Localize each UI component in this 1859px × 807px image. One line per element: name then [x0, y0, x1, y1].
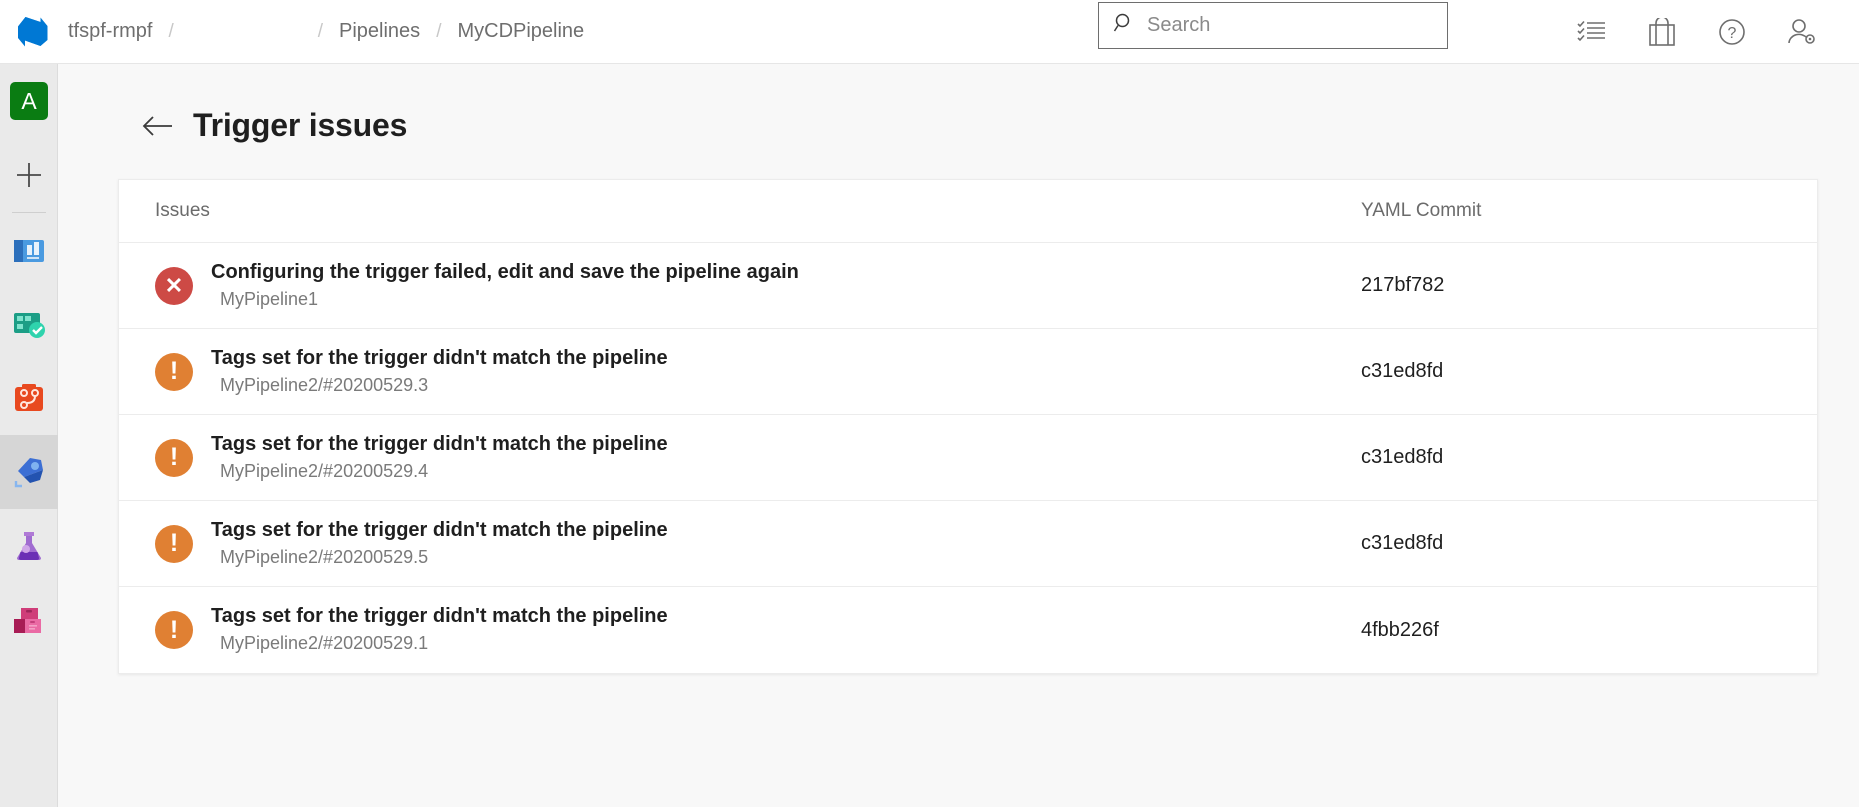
back-arrow-icon[interactable]: [141, 111, 175, 141]
column-header-yaml-commit: YAML Commit: [1361, 200, 1781, 222]
yaml-commit-cell[interactable]: 4fbb226f: [1361, 619, 1781, 642]
left-navigation-rail: A: [0, 64, 58, 807]
table-row[interactable]: ! Tags set for the trigger didn't match t…: [119, 587, 1817, 673]
help-circle-icon[interactable]: ?: [1697, 0, 1767, 64]
breadcrumb: tfspf-rmpf / / Pipelines / MyCDPipeline: [66, 0, 586, 64]
top-navigation-bar: tfspf-rmpf / / Pipelines / MyCDPipeline: [0, 0, 1859, 64]
breadcrumb-item-pipelines[interactable]: Pipelines: [337, 20, 422, 43]
sidebar-item-boards[interactable]: [0, 287, 58, 361]
search-input[interactable]: [1147, 14, 1417, 37]
issue-text: Tags set for the trigger didn't match th…: [211, 517, 668, 571]
warning-icon: !: [155, 525, 193, 563]
issue-subtitle: MyPipeline1: [211, 286, 799, 313]
table-body: ✕ Configuring the trigger failed, edit an…: [119, 243, 1817, 673]
issue-title: Tags set for the trigger didn't match th…: [211, 431, 668, 458]
breadcrumb-item-current-pipeline[interactable]: MyCDPipeline: [455, 20, 586, 43]
sidebar-item-artifacts[interactable]: [0, 583, 58, 657]
issue-title: Tags set for the trigger didn't match th…: [211, 345, 668, 372]
sidebar-item-repos[interactable]: [0, 361, 58, 435]
warning-icon: !: [155, 611, 193, 649]
azure-devops-logo[interactable]: [0, 0, 66, 64]
yaml-commit-cell[interactable]: 217bf782: [1361, 274, 1781, 297]
warning-icon: !: [155, 439, 193, 477]
column-header-issues: Issues: [155, 200, 1361, 222]
warning-icon: !: [155, 353, 193, 391]
issue-text: Tags set for the trigger didn't match th…: [211, 431, 668, 485]
new-item-plus-icon[interactable]: [0, 138, 58, 212]
sidebar-item-overview[interactable]: [0, 213, 58, 287]
org-avatar-letter: A: [10, 82, 48, 120]
yaml-commit-cell[interactable]: c31ed8fd: [1361, 532, 1781, 555]
top-bar-actions: ?: [1557, 0, 1837, 64]
issue-subtitle: MyPipeline2/#20200529.5: [211, 544, 668, 571]
marketplace-bag-icon[interactable]: [1627, 0, 1697, 64]
issue-subtitle: MyPipeline2/#20200529.1: [211, 630, 668, 657]
issue-text: Tags set for the trigger didn't match th…: [211, 603, 668, 657]
issue-title: Tags set for the trigger didn't match th…: [211, 517, 668, 544]
page-header: Trigger issues: [58, 64, 1859, 144]
error-icon: ✕: [155, 267, 193, 305]
issue-cell: ✕ Configuring the trigger failed, edit an…: [155, 259, 1361, 313]
sidebar-item-test-plans[interactable]: [0, 509, 58, 583]
breadcrumb-item-organization[interactable]: tfspf-rmpf: [66, 20, 154, 43]
issue-cell: ! Tags set for the trigger didn't match t…: [155, 517, 1361, 571]
issue-text: Tags set for the trigger didn't match th…: [211, 345, 668, 399]
issue-text: Configuring the trigger failed, edit and…: [211, 259, 799, 313]
issue-subtitle: MyPipeline2/#20200529.3: [211, 372, 668, 399]
sidebar-item-pipelines[interactable]: [0, 435, 58, 509]
page-title: Trigger issues: [193, 107, 407, 144]
search-icon: [1113, 12, 1135, 39]
issue-title: Configuring the trigger failed, edit and…: [211, 259, 799, 286]
table-row[interactable]: ! Tags set for the trigger didn't match t…: [119, 501, 1817, 587]
org-avatar[interactable]: A: [0, 64, 58, 138]
yaml-commit-cell[interactable]: c31ed8fd: [1361, 446, 1781, 469]
main-content: Trigger issues Issues YAML Commit ✕ Confi…: [58, 64, 1859, 807]
tasks-checklist-icon[interactable]: [1557, 0, 1627, 64]
breadcrumb-separator: /: [422, 21, 455, 43]
breadcrumb-separator: /: [304, 21, 337, 43]
table-row[interactable]: ! Tags set for the trigger didn't match t…: [119, 329, 1817, 415]
table-header-row: Issues YAML Commit: [119, 180, 1817, 243]
breadcrumb-separator: /: [154, 21, 187, 43]
issue-cell: ! Tags set for the trigger didn't match t…: [155, 603, 1361, 657]
issue-cell: ! Tags set for the trigger didn't match t…: [155, 431, 1361, 485]
global-search[interactable]: [1098, 2, 1448, 49]
table-row[interactable]: ! Tags set for the trigger didn't match t…: [119, 415, 1817, 501]
issue-subtitle: MyPipeline2/#20200529.4: [211, 458, 668, 485]
svg-text:?: ?: [1728, 25, 1737, 42]
trigger-issues-table: Issues YAML Commit ✕ Configuring the trig…: [118, 179, 1818, 674]
table-row[interactable]: ✕ Configuring the trigger failed, edit an…: [119, 243, 1817, 329]
issue-cell: ! Tags set for the trigger didn't match t…: [155, 345, 1361, 399]
yaml-commit-cell[interactable]: c31ed8fd: [1361, 360, 1781, 383]
user-settings-icon[interactable]: [1767, 0, 1837, 64]
issue-title: Tags set for the trigger didn't match th…: [211, 603, 668, 630]
